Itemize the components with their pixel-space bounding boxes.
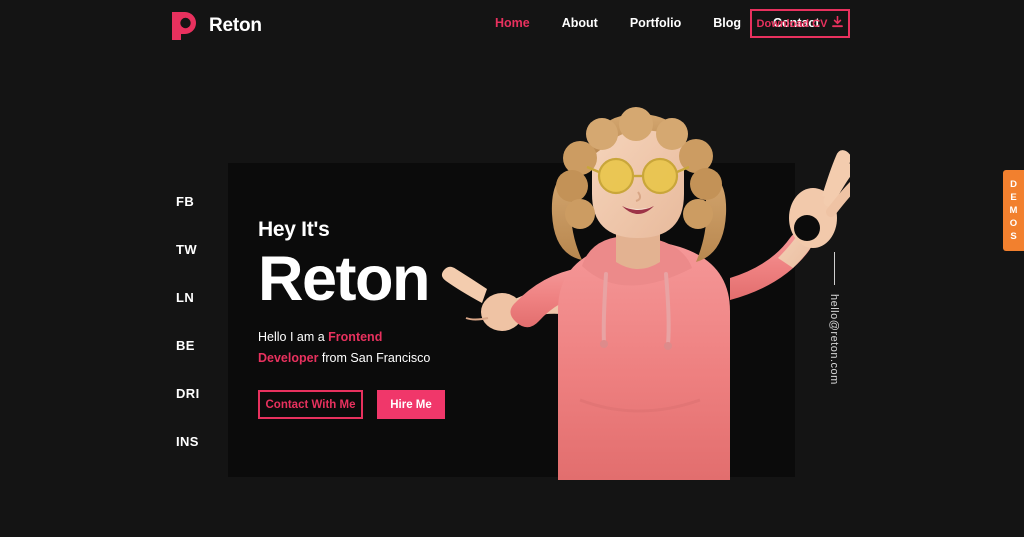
hire-me-button[interactable]: Hire Me <box>377 390 445 420</box>
social-link-fb[interactable]: FB <box>176 190 200 238</box>
site-header: Reton Home About Portfolio Blog Contact … <box>0 0 1024 52</box>
brand-name: Reton <box>209 15 262 36</box>
email-link[interactable]: hello@reton.com <box>828 294 840 385</box>
email-divider-line <box>833 252 835 285</box>
contact-with-me-button[interactable]: Contact With Me <box>258 390 363 420</box>
brand-logo[interactable]: Reton <box>170 10 262 42</box>
social-link-be[interactable]: BE <box>176 334 200 382</box>
demos-letter-d: D <box>1010 179 1017 190</box>
hero-greeting: Hey It's <box>258 218 330 241</box>
tagline-suffix: from San Francisco <box>318 350 431 365</box>
nav-item-blog[interactable]: Blog <box>713 16 741 30</box>
download-cv-label: Download CV <box>756 17 828 30</box>
hero-tagline: Hello I am a Frontend Developer from San… <box>258 327 433 368</box>
hero-content: Hey It's Reton Hello I am a Frontend Dev… <box>258 218 588 420</box>
social-link-dri[interactable]: DRI <box>176 382 200 430</box>
nav-item-portfolio[interactable]: Portfolio <box>630 16 681 30</box>
email-rail: hello@reton.com <box>828 252 840 385</box>
demos-letter-o: O <box>1009 218 1018 229</box>
demos-letter-s: S <box>1010 231 1017 242</box>
nav-item-about[interactable]: About <box>562 16 598 30</box>
page-root: Reton Home About Portfolio Blog Contact … <box>0 0 1024 537</box>
social-link-ins[interactable]: INS <box>176 430 200 478</box>
demos-letter-m: M <box>1009 205 1018 216</box>
tagline-prefix: Hello I am a <box>258 330 329 344</box>
reton-p-logo-icon <box>170 10 200 42</box>
download-icon <box>832 15 844 33</box>
social-links-rail: FB TW LN BE DRI INS <box>176 190 200 478</box>
hero-button-row: Contact With Me Hire Me <box>258 390 588 420</box>
demos-tab[interactable]: D E M O S <box>1003 170 1024 251</box>
demos-letter-e: E <box>1010 192 1017 203</box>
download-cv-button[interactable]: Download CV <box>750 9 850 38</box>
social-link-tw[interactable]: TW <box>176 238 200 286</box>
nav-item-home[interactable]: Home <box>495 16 530 30</box>
hero-name: Reton <box>258 244 430 314</box>
social-link-ln[interactable]: LN <box>176 286 200 334</box>
